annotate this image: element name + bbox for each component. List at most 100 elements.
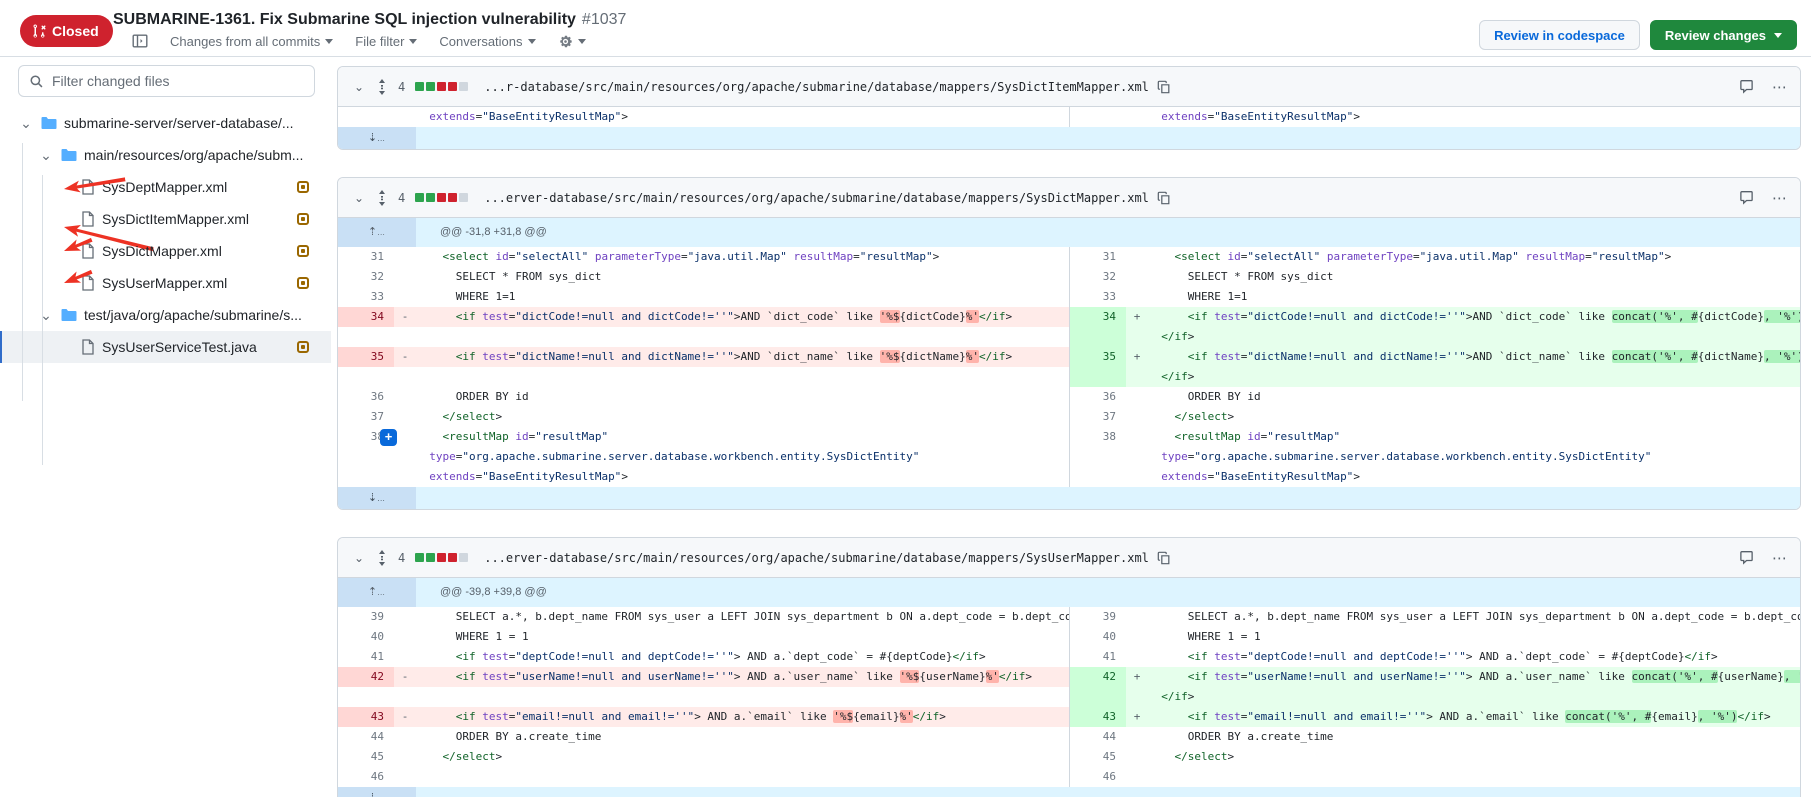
diff-settings-dropdown[interactable] <box>558 34 586 49</box>
line-number[interactable] <box>338 107 394 127</box>
line-number[interactable]: 35 <box>338 347 394 367</box>
kebab-menu-icon[interactable]: ⋯ <box>1772 78 1788 96</box>
filter-changed-files-box[interactable]: Filter changed files <box>18 65 315 97</box>
diffstat-square-del <box>437 553 446 562</box>
line-number[interactable] <box>1070 447 1126 467</box>
file-header: ⌄ 4 ...erver-database/src/main/resources… <box>338 538 1800 578</box>
tree-file-sysuserservicetest-java[interactable]: SysUserServiceTest.java <box>0 331 331 363</box>
line-number[interactable]: 46 <box>338 767 394 787</box>
expand-down-button[interactable]: ⇣… <box>338 127 416 149</box>
line-number[interactable]: 46 <box>1070 767 1126 787</box>
line-number[interactable]: 33 <box>338 287 394 307</box>
line-number[interactable]: 39 <box>338 607 394 627</box>
line-number[interactable]: 41 <box>1070 647 1126 667</box>
line-number[interactable]: 42 <box>338 667 394 687</box>
comment-icon[interactable] <box>1739 79 1754 94</box>
line-number[interactable]: 43 <box>338 707 394 727</box>
copy-path-icon[interactable] <box>1157 191 1171 205</box>
tree-file-sysdictitemmapper-xml[interactable]: SysDictItemMapper.xml <box>0 203 331 235</box>
tree-item-label: SysUserMapper.xml <box>102 275 227 291</box>
drag-grabber-icon[interactable] <box>376 190 388 206</box>
line-number[interactable]: 33 <box>1070 287 1126 307</box>
line-number[interactable] <box>1070 367 1126 387</box>
tree-file-sysusermapper-xml[interactable]: SysUserMapper.xml <box>0 267 331 299</box>
line-number[interactable]: 36 <box>1070 387 1126 407</box>
diffstat-square-add <box>426 553 435 562</box>
line-number[interactable]: 32 <box>338 267 394 287</box>
chevron-down-icon[interactable]: ⌄ <box>18 115 34 132</box>
drag-grabber-icon[interactable] <box>376 79 388 95</box>
diff-line: type="org.apache.submarine.server.databa… <box>338 447 1069 467</box>
line-number[interactable] <box>1070 687 1126 707</box>
add-comment-button[interactable]: + <box>380 429 397 446</box>
copy-path-icon[interactable] <box>1157 551 1171 565</box>
changes-from-dropdown[interactable]: Changes from all commits <box>170 34 333 49</box>
chevron-down-icon[interactable]: ⌄ <box>38 307 54 324</box>
copy-path-icon[interactable] <box>1157 80 1171 94</box>
expand-up-button[interactable]: ⇡… <box>338 578 416 607</box>
line-number[interactable]: 44 <box>338 727 394 747</box>
line-number[interactable]: 31 <box>1070 247 1126 267</box>
line-number[interactable]: 45 <box>338 747 394 767</box>
file-path[interactable]: ...erver-database/src/main/resources/org… <box>484 191 1149 205</box>
tree-folder-main-resources-org-apache-subm-[interactable]: ⌄main/resources/org/apache/subm... <box>0 139 331 171</box>
collapse-file-chevron-icon[interactable]: ⌄ <box>350 80 368 94</box>
conversations-dropdown[interactable]: Conversations <box>439 34 535 49</box>
comment-icon[interactable] <box>1739 550 1754 565</box>
line-number[interactable] <box>1070 327 1126 347</box>
diffstat-square-add <box>415 193 424 202</box>
line-number[interactable]: 35 <box>1070 347 1126 367</box>
line-number[interactable]: 38 <box>1070 427 1126 447</box>
review-changes-button[interactable]: Review changes <box>1650 20 1797 50</box>
line-number[interactable] <box>1070 467 1126 487</box>
pr-status-badge: Closed <box>20 15 113 47</box>
chevron-down-icon[interactable]: ⌄ <box>38 147 54 164</box>
line-number[interactable]: 40 <box>1070 627 1126 647</box>
comment-icon[interactable] <box>1739 190 1754 205</box>
line-number[interactable] <box>338 687 394 707</box>
diff-line: 34 + <if test="dictCode!=null and dictCo… <box>1070 307 1800 327</box>
expand-row: ⇣… <box>338 787 1800 797</box>
tree-file-sysdeptmapper-xml[interactable]: SysDeptMapper.xml <box>0 171 331 203</box>
review-in-codespace-button[interactable]: Review in codespace <box>1479 20 1640 50</box>
expand-up-button[interactable]: ⇡… <box>338 218 416 247</box>
line-number[interactable]: 37 <box>338 407 394 427</box>
file-path[interactable]: ...erver-database/src/main/resources/org… <box>484 551 1149 565</box>
tree-folder-submarine-server-server-database-[interactable]: ⌄submarine-server/server-database/... <box>0 107 331 139</box>
collapse-file-chevron-icon[interactable]: ⌄ <box>350 191 368 205</box>
code-text: type="org.apache.submarine.server.databa… <box>1148 447 1800 467</box>
line-number[interactable]: 44 <box>1070 727 1126 747</box>
line-number[interactable]: 43 <box>1070 707 1126 727</box>
kebab-menu-icon[interactable]: ⋯ <box>1772 549 1788 567</box>
line-number[interactable] <box>338 367 394 387</box>
code-text: </select> <box>1148 747 1800 767</box>
tree-file-sysdictmapper-xml[interactable]: SysDictMapper.xml <box>0 235 331 267</box>
line-number[interactable] <box>338 327 394 347</box>
line-number[interactable]: 32 <box>1070 267 1126 287</box>
line-number[interactable] <box>338 467 394 487</box>
line-number[interactable]: 37 <box>1070 407 1126 427</box>
line-number[interactable] <box>338 447 394 467</box>
line-number[interactable] <box>1070 107 1126 127</box>
file-path[interactable]: ...r-database/src/main/resources/org/apa… <box>484 80 1149 94</box>
expand-down-button[interactable]: ⇣… <box>338 487 416 509</box>
expand-down-button[interactable]: ⇣… <box>338 787 416 797</box>
hunk-text: @@ -39,8 +39,8 @@ <box>416 578 547 607</box>
code-text: </select> <box>416 747 1069 767</box>
line-number[interactable]: 31 <box>338 247 394 267</box>
collapse-file-chevron-icon[interactable]: ⌄ <box>350 551 368 565</box>
line-number[interactable]: 41 <box>338 647 394 667</box>
file-filter-dropdown[interactable]: File filter <box>355 34 417 49</box>
line-number[interactable]: 40 <box>338 627 394 647</box>
line-number[interactable]: 39 <box>1070 607 1126 627</box>
toggle-file-tree-button[interactable] <box>132 33 148 49</box>
drag-grabber-icon[interactable] <box>376 550 388 566</box>
line-number[interactable]: 34 <box>338 307 394 327</box>
line-number[interactable]: 38+ <box>338 427 394 447</box>
line-number[interactable]: 36 <box>338 387 394 407</box>
tree-folder-test-java-org-apache-submarine-s-[interactable]: ⌄test/java/org/apache/submarine/s... <box>0 299 331 331</box>
line-number[interactable]: 34 <box>1070 307 1126 327</box>
line-number[interactable]: 45 <box>1070 747 1126 767</box>
line-number[interactable]: 42 <box>1070 667 1126 687</box>
kebab-menu-icon[interactable]: ⋯ <box>1772 189 1788 207</box>
